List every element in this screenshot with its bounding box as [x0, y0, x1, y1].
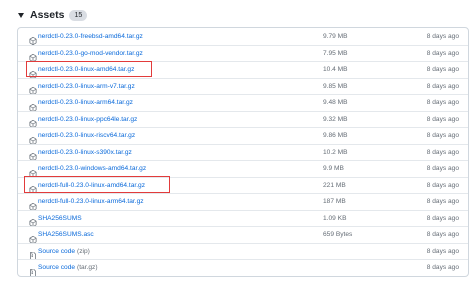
- asset-link[interactable]: nerdctl-0.23.0-linux-arm64.tar.gz: [29, 99, 133, 112]
- package-icon: [29, 231, 37, 244]
- asset-date: 8 days ago: [426, 198, 459, 206]
- assets-header[interactable]: Assets 15: [18, 7, 88, 23]
- asset-row: nerdctl-0.23.0-linux-riscv64.tar.gz 9.86 …: [18, 127, 468, 145]
- package-icon: [29, 214, 37, 228]
- asset-size: 187 MB: [323, 198, 346, 206]
- asset-name[interactable]: nerdctl-full-0.23.0-linux-arm64.tar.gz: [38, 198, 144, 205]
- asset-link[interactable]: Source code (zip): [29, 247, 90, 261]
- asset-name[interactable]: nerdctl-0.23.0-linux-arm64.tar.gz: [38, 99, 133, 106]
- asset-size: 9.32 MB: [323, 115, 348, 123]
- asset-date: 8 days ago: [426, 231, 459, 239]
- asset-name[interactable]: Source code: [38, 264, 75, 271]
- asset-link[interactable]: SHA256SUMS: [29, 214, 82, 228]
- asset-row: nerdctl-0.23.0-linux-arm64.tar.gz 9.48 MB…: [18, 94, 468, 112]
- asset-size: 9.86 MB: [323, 132, 348, 140]
- asset-row: Source code (tar.gz) 8 days ago: [18, 259, 468, 276]
- package-icon: [29, 198, 37, 211]
- highlight-box-full-linux-amd64: [24, 176, 170, 193]
- asset-date: 8 days ago: [426, 247, 459, 255]
- asset-name[interactable]: nerdctl-0.23.0-linux-riscv64.tar.gz: [38, 132, 135, 139]
- asset-row: SHA256SUMS.asc 659 Bytes 8 days ago: [18, 226, 468, 244]
- asset-date: 8 days ago: [426, 115, 459, 123]
- package-icon: [29, 32, 37, 46]
- asset-name[interactable]: nerdctl-0.23.0-freebsd-amd64.tar.gz: [38, 33, 143, 40]
- asset-link[interactable]: nerdctl-full-0.23.0-linux-arm64.tar.gz: [29, 198, 144, 211]
- asset-date: 8 days ago: [426, 49, 459, 57]
- asset-row: nerdctl-0.23.0-linux-arm-v7.tar.gz 9.85 M…: [18, 77, 468, 96]
- asset-date: 8 days ago: [426, 32, 459, 40]
- asset-row: SHA256SUMS 1.09 KB 8 days ago: [18, 209, 468, 228]
- asset-date: 8 days ago: [426, 132, 459, 140]
- asset-date: 8 days ago: [426, 66, 459, 74]
- asset-row: nerdctl-full-0.23.0-linux-arm64.tar.gz 18…: [18, 193, 468, 211]
- asset-name[interactable]: nerdctl-0.23.0-windows-amd64.tar.gz: [38, 165, 146, 172]
- asset-date: 8 days ago: [426, 264, 459, 272]
- asset-date: 8 days ago: [426, 99, 459, 107]
- asset-name[interactable]: nerdctl-0.23.0-linux-arm-v7.tar.gz: [38, 83, 135, 90]
- asset-link[interactable]: nerdctl-0.23.0-go-mod-vendor.tar.gz: [29, 49, 143, 63]
- asset-row: Source code (zip) 8 days ago: [18, 242, 468, 261]
- asset-format[interactable]: (zip): [77, 248, 90, 255]
- assets-count-badge: 15: [69, 9, 88, 21]
- asset-size: 10.4 MB: [323, 66, 348, 74]
- package-icon: [29, 115, 37, 129]
- asset-name[interactable]: nerdctl-0.23.0-linux-s390x.tar.gz: [38, 149, 132, 156]
- asset-date: 8 days ago: [426, 82, 459, 90]
- asset-link[interactable]: nerdctl-0.23.0-linux-riscv64.tar.gz: [29, 132, 135, 145]
- assets-title: Assets: [30, 9, 65, 21]
- package-icon: [29, 49, 37, 63]
- package-icon: [29, 82, 37, 96]
- highlight-box-linux-amd64: [26, 61, 152, 77]
- triangle-down-icon[interactable]: [18, 12, 24, 18]
- asset-row: nerdctl-0.23.0-go-mod-vendor.tar.gz 7.95 …: [18, 44, 468, 63]
- package-icon: [29, 148, 37, 162]
- file-zip-icon: [29, 264, 37, 276]
- asset-link[interactable]: nerdctl-0.23.0-linux-ppc64le.tar.gz: [29, 115, 137, 129]
- file-zip-icon: [29, 247, 37, 261]
- package-icon: [29, 99, 37, 112]
- asset-size: 9.48 MB: [323, 99, 348, 107]
- asset-date: 8 days ago: [426, 181, 459, 189]
- asset-row: nerdctl-0.23.0-freebsd-amd64.tar.gz 9.79 …: [18, 28, 468, 46]
- asset-link[interactable]: nerdctl-0.23.0-windows-amd64.tar.gz: [29, 165, 146, 178]
- asset-row: nerdctl-0.23.0-windows-amd64.tar.gz 9.9 M…: [18, 160, 468, 178]
- asset-link[interactable]: nerdctl-0.23.0-freebsd-amd64.tar.gz: [29, 32, 143, 46]
- asset-size: 7.95 MB: [323, 49, 348, 57]
- asset-size: 659 Bytes: [323, 231, 353, 239]
- asset-size: 9.85 MB: [323, 82, 348, 90]
- asset-name[interactable]: nerdctl-0.23.0-go-mod-vendor.tar.gz: [38, 50, 143, 57]
- asset-size: 10.2 MB: [323, 148, 348, 156]
- asset-size: 9.9 MB: [323, 165, 344, 173]
- asset-name[interactable]: Source code: [38, 248, 75, 255]
- asset-size: 1.09 KB: [323, 214, 347, 222]
- asset-name[interactable]: SHA256SUMS.asc: [38, 231, 94, 238]
- asset-date: 8 days ago: [426, 165, 459, 173]
- asset-link[interactable]: nerdctl-0.23.0-linux-arm-v7.tar.gz: [29, 82, 135, 96]
- asset-date: 8 days ago: [426, 214, 459, 222]
- asset-size: 9.79 MB: [323, 32, 348, 40]
- asset-row: nerdctl-0.23.0-linux-s390x.tar.gz 10.2 MB…: [18, 143, 468, 162]
- asset-link[interactable]: nerdctl-0.23.0-linux-s390x.tar.gz: [29, 148, 132, 162]
- asset-size: 221 MB: [323, 181, 346, 189]
- asset-row: nerdctl-0.23.0-linux-ppc64le.tar.gz 9.32 …: [18, 110, 468, 129]
- asset-link[interactable]: SHA256SUMS.asc: [29, 231, 94, 244]
- package-icon: [29, 165, 37, 178]
- asset-link[interactable]: Source code (tar.gz): [29, 264, 98, 276]
- asset-name[interactable]: SHA256SUMS: [38, 215, 82, 222]
- asset-name[interactable]: nerdctl-0.23.0-linux-ppc64le.tar.gz: [38, 116, 137, 123]
- asset-format[interactable]: (tar.gz): [77, 264, 98, 271]
- package-icon: [29, 132, 37, 145]
- asset-date: 8 days ago: [426, 148, 459, 156]
